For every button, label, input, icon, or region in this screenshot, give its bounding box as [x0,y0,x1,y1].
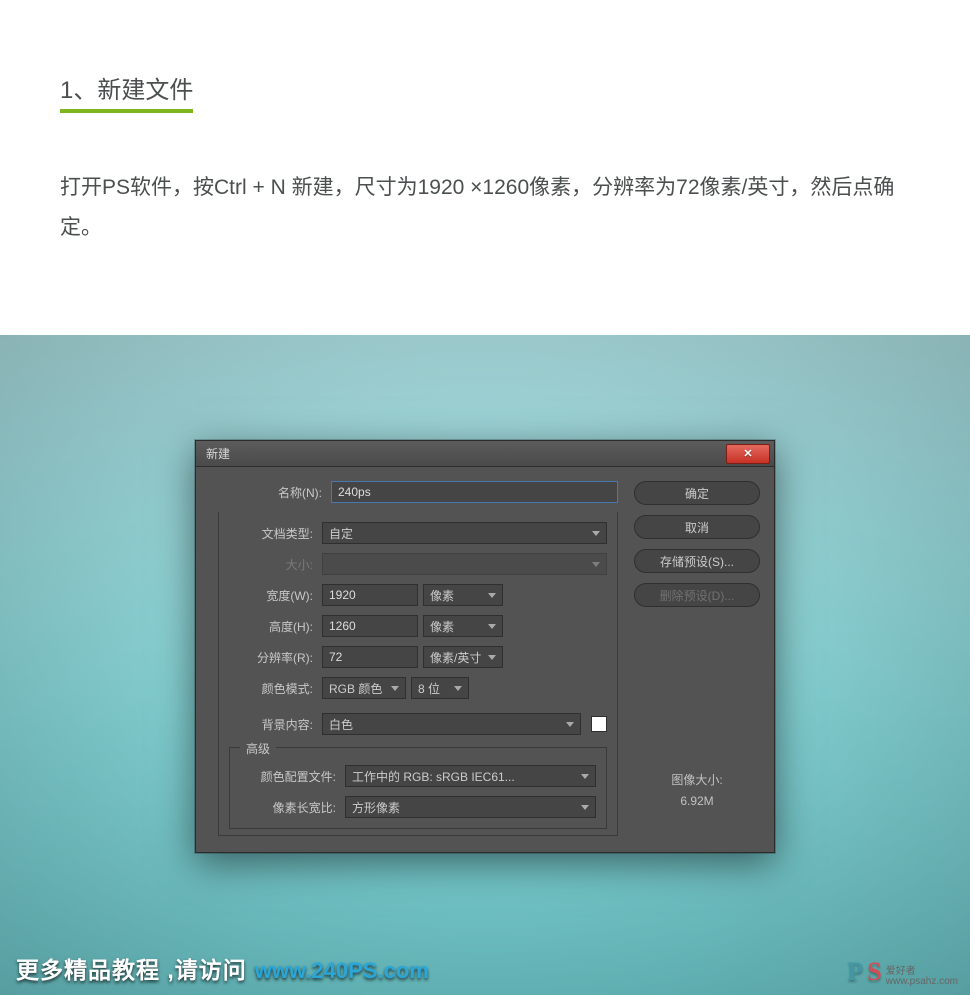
pixelaspect-label: 像素长宽比: [240,799,340,816]
colorprofile-value: 工作中的 RGB: sRGB IEC61... [352,768,515,785]
dialog-title: 新建 [206,445,230,462]
cancel-button[interactable]: 取消 [634,515,760,539]
step-title: 1、新建文件 [60,70,193,113]
height-input[interactable] [322,615,418,637]
resolution-input[interactable] [322,646,418,668]
size-label: 大小: [229,556,317,573]
save-preset-button[interactable]: 存储预设(S)... [634,549,760,573]
width-label: 宽度(W): [229,587,317,604]
doctype-select[interactable]: 自定 [322,522,607,544]
watermark-link: www.240PS.com [255,958,429,984]
step-description: 打开PS软件，按Ctrl + N 新建，尺寸为1920 ×1260像素，分辨率为… [60,168,915,248]
chevron-down-icon [581,774,589,779]
doctype-label: 文档类型: [229,525,317,542]
size-select [322,553,607,575]
resolution-label: 分辨率(R): [229,649,317,666]
height-unit-select[interactable]: 像素 [423,615,503,637]
bg-value: 白色 [329,716,353,733]
name-input[interactable] [331,481,618,503]
dialog-body: 名称(N): 文档类型: 自定 大小: [196,467,774,852]
width-unit-select[interactable]: 像素 [423,584,503,606]
width-unit-value: 像素 [430,587,454,604]
chevron-down-icon [391,686,399,691]
height-label: 高度(H): [229,618,317,635]
bg-label: 背景内容: [229,716,317,733]
resolution-unit-select[interactable]: 像素/英寸 [423,646,503,668]
ps-logo: P S 爱好者 www.psahz.com [847,957,958,987]
advanced-legend: 高级 [240,740,276,757]
colormode-label: 颜色模式: [229,680,317,697]
logo-letter-s: S [867,957,881,987]
chevron-down-icon [488,593,496,598]
canvas-background: 新建 ✕ 名称(N): 文档类型: 自定 [0,335,970,995]
chevron-down-icon [581,805,589,810]
ok-button[interactable]: 确定 [634,481,760,505]
chevron-down-icon [566,722,574,727]
logo-subtext: 爱好者 www.psahz.com [886,967,958,987]
logo-sub2: www.psahz.com [886,977,958,987]
chevron-down-icon [488,624,496,629]
image-size-info: 图像大小: 6.92M [634,771,760,836]
bg-swatch[interactable] [591,716,607,732]
close-button[interactable]: ✕ [726,444,770,464]
bg-select[interactable]: 白色 [322,713,581,735]
delete-preset-button: 删除预设(D)... [634,583,760,607]
chevron-down-icon [488,655,496,660]
logo-letter-p: P [847,957,863,987]
article-section: 1、新建文件 打开PS软件，按Ctrl + N 新建，尺寸为1920 ×1260… [0,0,970,288]
height-unit-value: 像素 [430,618,454,635]
chevron-down-icon [592,531,600,536]
fields-area: 名称(N): 文档类型: 自定 大小: [210,481,618,836]
watermark: 更多精品教程 ,请访问 www.240PS.com [16,951,429,985]
close-icon: ✕ [743,447,752,460]
chevron-down-icon [454,686,462,691]
width-input[interactable] [322,584,418,606]
pixelaspect-select[interactable]: 方形像素 [345,796,596,818]
dialog-titlebar[interactable]: 新建 ✕ [196,441,774,467]
image-size-label: 图像大小: [634,771,760,788]
buttons-area: 确定 取消 存储预设(S)... 删除预设(D)... 图像大小: 6.92M [634,481,760,836]
watermark-text: 更多精品教程 ,请访问 [16,951,247,985]
advanced-fieldset: 高级 颜色配置文件: 工作中的 RGB: sRGB IEC61... 像素长宽 [229,747,607,829]
colormode-value: RGB 颜色 [329,680,382,697]
name-label: 名称(N): [210,484,326,501]
chevron-down-icon [592,562,600,567]
colorprofile-label: 颜色配置文件: [240,768,340,785]
bitdepth-select[interactable]: 8 位 [411,677,469,699]
image-size-value: 6.92M [634,794,760,808]
doctype-value: 自定 [329,525,353,542]
pixelaspect-value: 方形像素 [352,799,400,816]
new-document-dialog: 新建 ✕ 名称(N): 文档类型: 自定 [195,440,775,853]
bitdepth-value: 8 位 [418,680,440,697]
colormode-select[interactable]: RGB 颜色 [322,677,406,699]
colorprofile-select[interactable]: 工作中的 RGB: sRGB IEC61... [345,765,596,787]
resolution-unit-value: 像素/英寸 [430,649,481,666]
